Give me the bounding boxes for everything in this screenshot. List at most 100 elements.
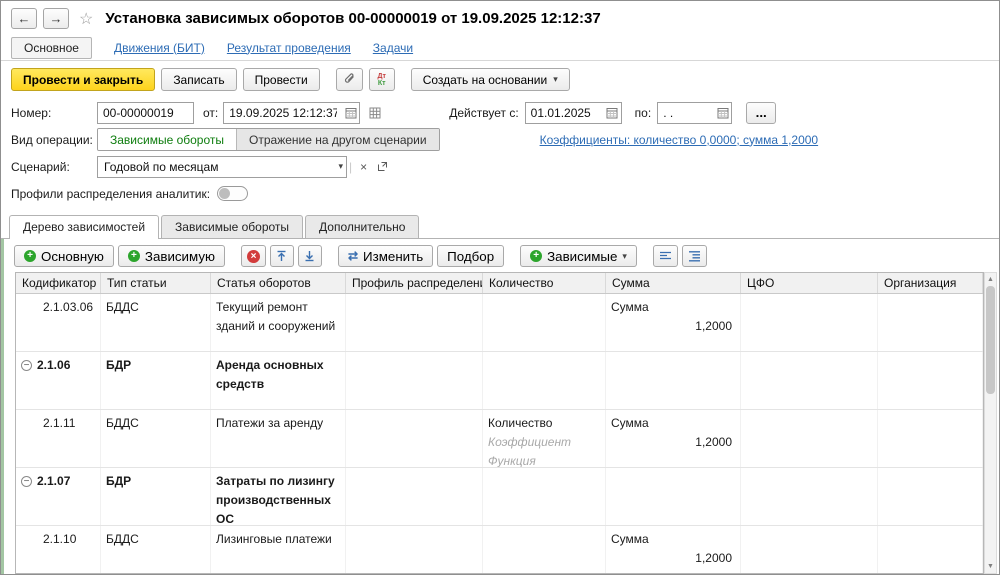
date-calendar-button[interactable] <box>342 103 359 123</box>
create-based-on-button[interactable]: Создать на основании ▾ <box>411 68 570 91</box>
add-dependent-label: Зависимую <box>145 249 215 264</box>
move-up-button[interactable] <box>270 245 294 267</box>
cell-cfo <box>741 294 878 351</box>
cell-quantity <box>483 468 606 525</box>
vertical-scrollbar[interactable]: ▲ ▼ <box>984 272 997 574</box>
scenario-combobox[interactable]: Годовой по месяцам ▾ <box>97 156 347 178</box>
app-window: ← → ☆ Установка зависимых оборотов 00-00… <box>0 0 1000 575</box>
cell-sum: Сумма1,2000 <box>606 294 741 351</box>
arrow-down-icon <box>304 250 315 262</box>
add-dependent-button[interactable]: + Зависимую <box>118 245 225 267</box>
delete-row-button[interactable]: × <box>241 245 266 267</box>
tab-main[interactable]: Основное <box>11 37 92 59</box>
operation-option-other-scenario[interactable]: Отражение на другом сценарии <box>236 129 439 150</box>
cell-distribution-profile <box>346 294 483 351</box>
column-header[interactable]: Тип статьи <box>101 273 211 293</box>
column-header[interactable]: Организация <box>878 273 983 293</box>
tree-collapse-icon[interactable]: − <box>21 476 32 487</box>
grid-wrapper: КодификаторТип статьиСтатья оборотовПроф… <box>15 272 997 574</box>
column-header[interactable]: Количество <box>483 273 606 293</box>
table-row[interactable]: 2.1.11БДДСПлатежи за арендуКоличествоКоэ… <box>16 410 983 468</box>
table-row[interactable]: 2.1.03.06БДДСТекущий ремонт зданий и соо… <box>16 294 983 352</box>
tab-movements-link[interactable]: Движения (БИТ) <box>114 41 205 55</box>
scroll-thumb[interactable] <box>986 286 995 394</box>
scroll-track[interactable] <box>985 286 996 560</box>
cell-codifier: −2.1.07 <box>16 468 101 525</box>
valid-from-input[interactable] <box>526 106 604 120</box>
cell-article: Лизинговые платежи <box>211 526 346 573</box>
tab-posting-result-link[interactable]: Результат проведения <box>227 41 351 55</box>
calendar-icon <box>606 107 618 119</box>
number-field[interactable] <box>97 102 194 124</box>
cell-codifier: −2.1.06 <box>16 352 101 409</box>
back-arrow-icon: ← <box>18 11 31 26</box>
table-row[interactable]: 2.1.10БДДСЛизинговые платежиСумма1,2000 <box>16 526 983 573</box>
valid-to-calendar-button[interactable] <box>714 103 731 123</box>
profiles-toggle-switch[interactable] <box>217 186 248 201</box>
scroll-down-arrow[interactable]: ▼ <box>985 560 996 573</box>
delete-icon: × <box>247 250 260 263</box>
cell-quantity <box>483 294 606 351</box>
column-header[interactable]: Статья оборотов <box>211 273 346 293</box>
change-button[interactable]: ⇄ Изменить <box>338 245 433 267</box>
dependents-label: Зависимые <box>547 249 617 264</box>
cell-distribution-profile <box>346 410 483 467</box>
favorite-star-icon[interactable]: ☆ <box>79 9 93 29</box>
grid-icon-button[interactable] <box>365 103 385 123</box>
post-and-close-button[interactable]: Провести и закрыть <box>11 68 155 91</box>
scenario-open-button[interactable] <box>373 157 392 177</box>
cell-codifier: 2.1.03.06 <box>16 294 101 351</box>
date-label: от: <box>203 106 218 120</box>
scenario-label: Сценарий: <box>11 160 97 174</box>
chevron-down-icon: ▾ <box>622 251 627 262</box>
table-row[interactable]: −2.1.06БДРАренда основных средств <box>16 352 983 410</box>
tab-dependent-turnovers[interactable]: Зависимые обороты <box>161 215 303 238</box>
pick-button[interactable]: Подбор <box>437 245 504 267</box>
operation-option-dependent[interactable]: Зависимые обороты <box>98 129 236 150</box>
valid-to-input[interactable] <box>658 106 714 120</box>
dependents-menu-button[interactable]: + Зависимые ▾ <box>520 245 637 267</box>
add-main-button[interactable]: + Основную <box>14 245 114 267</box>
tab-content: + Основную + Зависимую × ⇄ Изменить <box>1 239 999 574</box>
swap-arrows-icon: ⇄ <box>348 249 358 263</box>
valid-to-field[interactable] <box>657 102 732 124</box>
scenario-value: Годовой по месяцам <box>104 160 338 174</box>
forward-button[interactable]: → <box>43 8 69 29</box>
scroll-up-arrow[interactable]: ▲ <box>985 273 996 286</box>
collapse-all-button[interactable] <box>653 245 678 267</box>
calendar-icon <box>345 107 357 119</box>
number-input[interactable] <box>98 106 193 120</box>
tab-dependency-tree[interactable]: Дерево зависимостей <box>9 215 159 239</box>
write-button[interactable]: Записать <box>161 68 236 91</box>
post-button[interactable]: Провести <box>243 68 320 91</box>
column-header[interactable]: Профиль распределения <box>346 273 483 293</box>
tree-collapse-icon[interactable]: − <box>21 360 32 371</box>
detail-tabs: Дерево зависимостей Зависимые обороты До… <box>1 211 999 239</box>
tab-additional[interactable]: Дополнительно <box>305 215 419 238</box>
scenario-clear-button[interactable]: × <box>354 157 373 177</box>
valid-from-field[interactable] <box>525 102 622 124</box>
cell-codifier: 2.1.10 <box>16 526 101 573</box>
dependency-grid: КодификаторТип статьиСтатья оборотовПроф… <box>15 272 984 574</box>
dtkt-icon: Дт Кт <box>377 73 385 87</box>
tab-tasks-link[interactable]: Задачи <box>373 41 413 55</box>
valid-from-label: Действует с: <box>449 106 518 120</box>
coefficients-link[interactable]: Коэффициенты: количество 0,0000; сумма 1… <box>540 133 819 147</box>
forward-arrow-icon: → <box>50 11 63 26</box>
table-row[interactable]: −2.1.07БДРЗатраты по лизингу производств… <box>16 468 983 526</box>
valid-from-calendar-button[interactable] <box>604 103 621 123</box>
tree-levels-icon <box>659 250 672 262</box>
column-header[interactable]: ЦФО <box>741 273 878 293</box>
column-header[interactable]: Кодификатор <box>16 273 101 293</box>
move-down-button[interactable] <box>298 245 322 267</box>
back-button[interactable]: ← <box>11 8 37 29</box>
dtkt-button[interactable]: Дт Кт <box>369 68 395 91</box>
date-input[interactable] <box>224 106 342 120</box>
attachments-button[interactable] <box>336 68 363 91</box>
more-options-button[interactable]: ... <box>746 102 776 124</box>
date-field[interactable] <box>223 102 360 124</box>
list-indent-icon <box>688 250 701 262</box>
expand-all-button[interactable] <box>682 245 707 267</box>
cell-organization <box>878 468 983 525</box>
column-header[interactable]: Сумма <box>606 273 741 293</box>
